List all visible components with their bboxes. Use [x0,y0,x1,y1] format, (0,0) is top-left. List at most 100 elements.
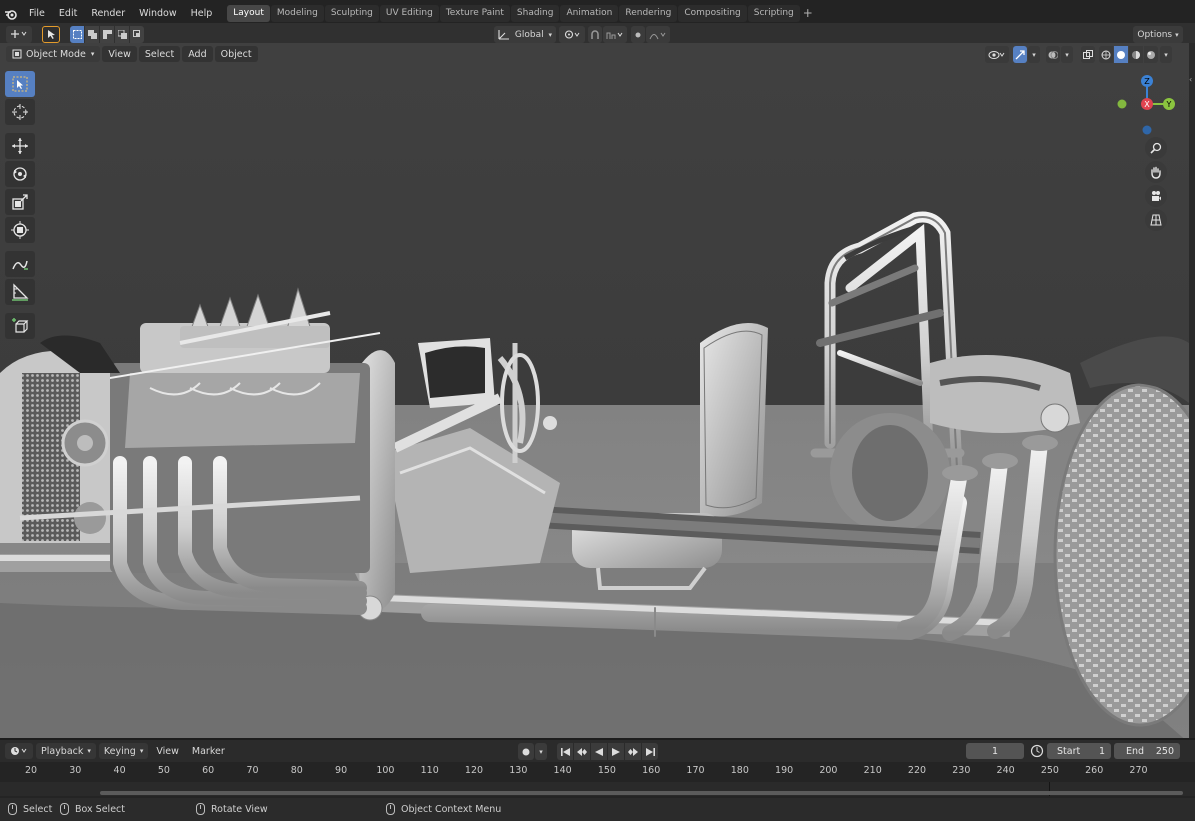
menu-select[interactable]: Select [138,46,181,62]
timeline-tick-label: 180 [730,765,749,776]
play-reverse-icon[interactable] [591,743,607,760]
rotate-tool-icon[interactable] [5,161,35,187]
timeline-tick-label: 60 [202,765,215,776]
sidebar-toggle-icon[interactable]: ‹ [1189,75,1192,84]
select-tool-icon[interactable] [42,25,60,43]
tab-rendering[interactable]: Rendering [619,5,678,22]
snap-element-dropdown[interactable] [603,26,627,43]
menu-marker[interactable]: Marker [187,743,230,759]
select-box-tool-icon[interactable] [5,71,35,97]
chevron-down-icon: ▾ [90,50,95,58]
add-cube-tool-icon[interactable] [5,313,35,339]
transport-buttons [557,743,659,760]
play-icon[interactable] [608,743,624,760]
mode-dropdown[interactable]: Object Mode ▾ [6,46,101,62]
timeline-area[interactable]: 20 30 40 50 60 70 80 90 100 110 120 130 140 150 160 170… [0,762,1195,798]
perspective-toggle-icon[interactable] [1145,209,1167,231]
chevron-down-icon[interactable]: ▾ [1160,46,1172,63]
snap-toggle-icon[interactable] [588,26,602,43]
timeline-tick-label: 160 [642,765,661,776]
options-dropdown[interactable]: Options ▾ [1133,26,1183,43]
chevron-down-icon[interactable]: ▾ [535,743,547,760]
menu-view[interactable]: View [102,46,137,62]
end-frame-field[interactable]: End 250 [1114,743,1180,759]
record-button[interactable] [518,743,534,760]
axis-gizmo[interactable]: Z Y X [1109,69,1179,139]
transform-orientation-dropdown[interactable]: Global ▾ [494,26,556,43]
menu-add[interactable]: Add [182,46,213,62]
navigation-gizmo[interactable]: Z Y X [1109,69,1179,231]
select-extend-icon[interactable] [85,25,99,43]
add-workspace-button[interactable]: + [801,5,815,22]
3d-viewport[interactable]: Object Mode ▾ View Select Add Object ▾ ▾ [0,43,1189,738]
pivot-point-dropdown[interactable] [559,26,585,43]
scale-tool-icon[interactable] [5,189,35,215]
playback-dropdown[interactable]: Playback ▾ [36,743,96,759]
editor-type-dropdown[interactable] [6,25,32,43]
move-tool-icon[interactable] [5,133,35,159]
frame-ruler[interactable]: 20 30 40 50 60 70 80 90 100 110 120 130 140 150 160 170… [0,762,1195,780]
jump-end-icon[interactable] [642,743,658,760]
mouse-middle-icon [196,803,205,815]
select-intersect-icon[interactable] [130,25,144,43]
tab-texture-paint[interactable]: Texture Paint [439,5,510,22]
timeline-clock-icon [11,747,27,755]
transform-tool-icon[interactable] [5,217,35,243]
solid-shading-icon[interactable] [1114,46,1128,63]
start-label: Start [1057,745,1081,757]
zoom-icon[interactable] [1145,137,1167,159]
select-subtract-icon[interactable] [100,25,114,43]
current-frame-field[interactable]: 1 [966,743,1024,759]
timeline-tick-label: 150 [597,765,616,776]
timeline-tick-label: 80 [290,765,303,776]
start-frame-field[interactable]: Start 1 [1047,743,1111,759]
menu-view[interactable]: View [151,743,184,759]
keying-dropdown[interactable]: Keying ▾ [98,743,149,759]
cursor-tool-icon[interactable] [5,99,35,125]
select-invert-icon[interactable] [115,25,129,43]
tab-shading[interactable]: Shading [510,5,560,22]
status-bar: Select Box Select Rotate View Object Con… [0,798,1195,821]
next-keyframe-icon[interactable] [625,743,641,760]
visibility-dropdown[interactable] [985,46,1009,63]
axis-neg-y-icon[interactable] [1117,99,1127,109]
tab-modeling[interactable]: Modeling [270,5,324,22]
prev-keyframe-icon[interactable] [574,743,590,760]
proportional-edit-icon[interactable] [631,26,645,43]
overlays-toggle-icon[interactable] [1046,46,1060,63]
tab-scripting[interactable]: Scripting [747,5,800,22]
pan-hand-icon[interactable] [1145,161,1167,183]
timeline-tick-label: 260 [1085,765,1104,776]
timeline-tick-label: 100 [376,765,395,776]
tab-layout[interactable]: Layout [227,5,270,22]
select-new-icon[interactable] [70,25,84,43]
rendered-shading-icon[interactable] [1144,46,1158,63]
tab-sculpting[interactable]: Sculpting [324,5,379,22]
annotate-tool-icon[interactable] [5,251,35,277]
tab-compositing[interactable]: Compositing [678,5,747,22]
wireframe-shading-icon[interactable] [1099,46,1113,63]
timeline-tick-label: 190 [775,765,794,776]
camera-view-icon[interactable] [1145,185,1167,207]
options-label: Options [1137,29,1173,40]
xray-toggle-icon[interactable] [1081,46,1095,63]
material-shading-icon[interactable] [1129,46,1143,63]
menu-object[interactable]: Object [214,46,258,62]
tab-animation[interactable]: Animation [560,5,619,22]
viewport-sidebar-edge[interactable]: ‹ [1189,43,1195,738]
playback-controls: ▾ [518,743,659,760]
chevron-down-icon[interactable]: ▾ [1028,46,1040,63]
mouse-drag-icon [60,803,69,815]
measure-tool-icon[interactable] [5,279,35,305]
timeline-tick-label: 210 [863,765,882,776]
chevron-down-icon[interactable]: ▾ [1061,46,1073,63]
timeline-tick-label: 130 [509,765,528,776]
gizmo-toggle-icon[interactable] [1013,46,1027,63]
tab-uv-editing[interactable]: UV Editing [379,5,439,22]
editor-type-dropdown[interactable] [5,743,33,759]
axis-neg-z-icon[interactable] [1142,125,1152,135]
jump-start-icon[interactable] [557,743,573,760]
preview-range-icon[interactable] [1030,744,1044,761]
proportional-falloff-dropdown[interactable] [646,26,670,43]
timeline-scrollbar[interactable] [100,791,1183,795]
